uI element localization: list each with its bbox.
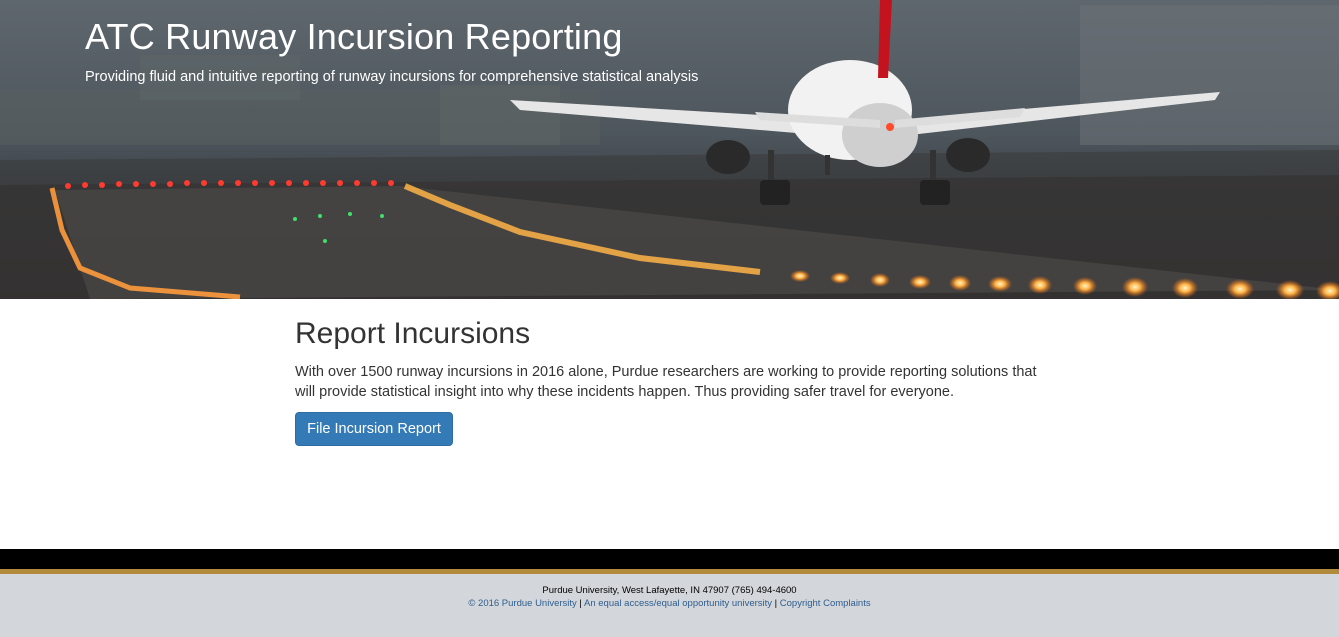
section-description: With over 1500 runway incursions in 2016… [295, 364, 1037, 400]
page-title: ATC Runway Incursion Reporting [85, 16, 623, 57]
hero-banner: ATC Runway Incursion Reporting Providing… [0, 0, 1339, 299]
section-heading: Report Incursions [295, 317, 531, 350]
footer: Purdue University, West Lafayette, IN 47… [0, 574, 1339, 637]
footer-links: © 2016 Purdue University | An equal acce… [0, 598, 1339, 609]
main-content: Report Incursions With over 1500 runway … [0, 299, 1339, 549]
footer-address: Purdue University, West Lafayette, IN 47… [542, 585, 797, 596]
footer-separator: | [579, 598, 582, 609]
page-subtitle: Providing fluid and intuitive reporting … [85, 69, 699, 85]
footer-black-bar [0, 549, 1339, 569]
copyright-link[interactable]: © 2016 Purdue University [468, 598, 576, 609]
equal-access-link[interactable]: An equal access/equal opportunity univer… [584, 598, 772, 609]
file-incursion-report-button[interactable]: File Incursion Report [295, 412, 453, 446]
copyright-complaints-link[interactable]: Copyright Complaints [780, 598, 871, 609]
footer-separator: | [774, 598, 778, 609]
